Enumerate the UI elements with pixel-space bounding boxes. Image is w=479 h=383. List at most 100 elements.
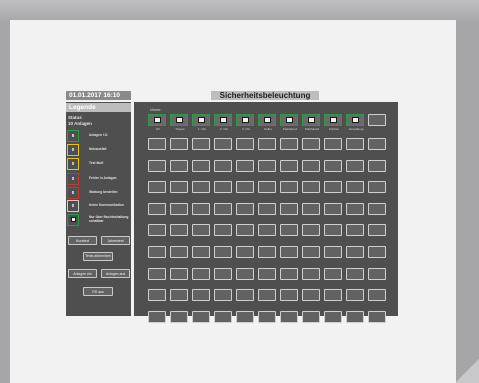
installation-slot[interactable] [258, 289, 276, 302]
installation-tile[interactable]: Küchen [324, 114, 342, 131]
installation-tile[interactable]: Parkhaus1 [280, 114, 298, 131]
installation-slot[interactable] [258, 246, 276, 258]
installation-slot[interactable] [324, 181, 342, 194]
installation-slot[interactable] [280, 267, 298, 280]
installation-slot[interactable] [236, 246, 254, 258]
installation-slot[interactable] [280, 224, 298, 237]
installation-slot[interactable] [346, 224, 364, 237]
installation-slot[interactable] [192, 159, 210, 172]
installation-slot[interactable] [346, 267, 364, 280]
installation-slot[interactable] [192, 267, 210, 280]
installation-slot[interactable] [324, 202, 342, 215]
installation-slot[interactable] [192, 310, 210, 323]
installation-slot[interactable] [214, 138, 232, 150]
installation-slot[interactable] [148, 224, 166, 237]
installation-slot[interactable] [324, 224, 342, 237]
installation-slot[interactable] [368, 310, 386, 323]
installation-slot[interactable] [148, 246, 166, 258]
installation-slot[interactable] [258, 159, 276, 172]
installation-slot[interactable] [346, 310, 364, 323]
installation-slot[interactable] [214, 202, 232, 215]
installation-slot[interactable] [346, 202, 364, 215]
installation-slot[interactable] [258, 138, 276, 150]
tests-abbrechen-button[interactable]: Tests abbrechen [83, 252, 113, 261]
installation-slot[interactable] [214, 246, 232, 258]
installation-slot[interactable] [170, 202, 188, 215]
installation-slot[interactable] [236, 159, 254, 172]
installation-slot[interactable] [148, 202, 166, 215]
installation-slot[interactable] [280, 246, 298, 258]
installation-slot[interactable] [236, 202, 254, 215]
installation-tile[interactable]: SV [148, 114, 166, 131]
installation-slot[interactable] [192, 224, 210, 237]
installation-slot[interactable] [148, 159, 166, 172]
installation-slot[interactable] [324, 159, 342, 172]
installation-slot[interactable] [214, 310, 232, 323]
installation-slot[interactable] [324, 246, 342, 258]
installation-slot[interactable] [302, 289, 320, 302]
installation-slot[interactable] [192, 202, 210, 215]
installation-slot[interactable] [170, 159, 188, 172]
installation-slot[interactable] [148, 181, 166, 194]
installation-slot[interactable] [346, 289, 364, 302]
installation-slot[interactable] [280, 310, 298, 323]
installation-slot[interactable] [368, 159, 386, 172]
installation-slot[interactable] [368, 114, 386, 126]
installation-slot[interactable] [170, 310, 188, 323]
installation-slot[interactable] [258, 224, 276, 237]
installation-slot[interactable] [192, 246, 210, 258]
installation-slot[interactable] [236, 267, 254, 280]
installation-tile[interactable]: 2. OG [214, 114, 232, 131]
installation-slot[interactable] [170, 224, 188, 237]
anlagen-ein-button[interactable]: Anlagen ein [68, 269, 97, 278]
installation-slot[interactable] [368, 246, 386, 258]
installation-slot[interactable] [236, 181, 254, 194]
installation-slot[interactable] [214, 181, 232, 194]
installation-slot[interactable] [324, 138, 342, 150]
installation-slot[interactable] [302, 310, 320, 323]
installation-slot[interactable] [258, 202, 276, 215]
installation-slot[interactable] [214, 267, 232, 280]
installation-slot[interactable] [170, 138, 188, 150]
installation-tile[interactable]: Verwaltung [346, 114, 364, 131]
installation-slot[interactable] [236, 310, 254, 323]
installation-slot[interactable] [368, 289, 386, 302]
installation-slot[interactable] [280, 138, 298, 150]
installation-slot[interactable] [192, 289, 210, 302]
installation-slot[interactable] [302, 267, 320, 280]
installation-tile[interactable]: 1. OG [192, 114, 210, 131]
installation-slot[interactable] [280, 181, 298, 194]
installation-slot[interactable] [280, 159, 298, 172]
installation-slot[interactable] [302, 138, 320, 150]
installation-slot[interactable] [258, 267, 276, 280]
installation-slot[interactable] [236, 224, 254, 237]
installation-slot[interactable] [368, 224, 386, 237]
installation-slot[interactable] [302, 159, 320, 172]
installation-slot[interactable] [302, 224, 320, 237]
installation-slot[interactable] [280, 202, 298, 215]
installation-slot[interactable] [170, 289, 188, 302]
installation-slot[interactable] [148, 310, 166, 323]
installation-slot[interactable] [214, 159, 232, 172]
rs-aus-button[interactable]: RS aus [83, 287, 113, 296]
installation-slot[interactable] [192, 138, 210, 150]
installation-slot[interactable] [346, 181, 364, 194]
installation-slot[interactable] [170, 267, 188, 280]
installation-slot[interactable] [236, 138, 254, 150]
installation-slot[interactable] [258, 310, 276, 323]
installation-slot[interactable] [148, 289, 166, 302]
installation-slot[interactable] [214, 289, 232, 302]
installation-slot[interactable] [258, 181, 276, 194]
installation-slot[interactable] [170, 181, 188, 194]
installation-slot[interactable] [280, 289, 298, 302]
installation-slot[interactable] [346, 159, 364, 172]
installation-slot[interactable] [236, 289, 254, 302]
installation-tile[interactable]: 3. OG [236, 114, 254, 131]
installation-slot[interactable] [324, 267, 342, 280]
installation-slot[interactable] [368, 181, 386, 194]
installation-slot[interactable] [148, 267, 166, 280]
jahrestest-button[interactable]: Jahrestest [101, 236, 130, 245]
installation-slot[interactable] [368, 138, 386, 150]
installation-slot[interactable] [192, 181, 210, 194]
kurztest-button[interactable]: Kurztest [68, 236, 97, 245]
